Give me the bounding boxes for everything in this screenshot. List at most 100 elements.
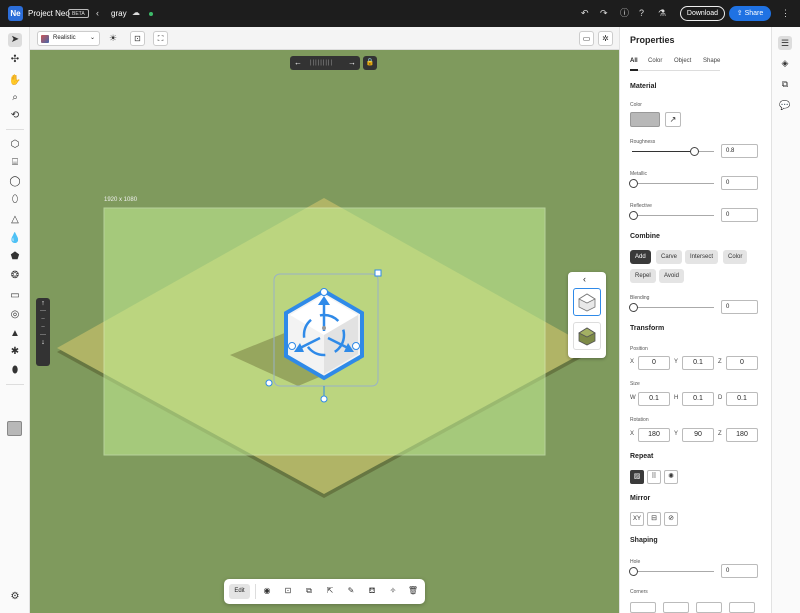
zoom-slider-track[interactable]: — – – — xyxy=(36,307,50,339)
position-x-input[interactable]: 0 xyxy=(638,356,670,370)
lighting-icon[interactable]: ☀ xyxy=(109,33,117,43)
position-z-input[interactable]: 0 xyxy=(726,356,758,370)
handle-top[interactable] xyxy=(320,288,328,296)
variation-thumb-white-cube[interactable] xyxy=(573,288,601,316)
scatter-icon[interactable]: ✲ xyxy=(598,31,613,46)
tab-shape[interactable]: Shape xyxy=(703,58,720,64)
torus-shape-icon[interactable]: ◎ xyxy=(8,308,22,322)
magic-wand-icon[interactable]: ✧ xyxy=(387,585,399,597)
zoom-control[interactable]: ↑ — – – — ↓ xyxy=(36,298,50,366)
handle-right[interactable] xyxy=(352,342,360,350)
eyedropper-icon[interactable]: ✎ xyxy=(345,585,357,597)
canvas-viewport[interactable] xyxy=(30,50,619,613)
roughness-input[interactable]: 0.8 xyxy=(721,144,758,158)
roughness-slider[interactable] xyxy=(632,147,714,156)
variation-thumb-green-cube[interactable] xyxy=(573,322,601,350)
undo-icon[interactable]: ↶ xyxy=(581,8,589,18)
nav-scrubber[interactable]: ||||||||| xyxy=(310,56,333,70)
metallic-slider[interactable] xyxy=(629,179,714,188)
layers-icon[interactable]: ◈ xyxy=(778,56,792,70)
star-shape-icon[interactable]: ✱ xyxy=(8,345,22,359)
zoom-tool-icon[interactable]: ⌕ xyxy=(8,91,22,105)
rotation-x-input[interactable]: 180 xyxy=(638,428,670,442)
share-button[interactable]: ⇪ Share xyxy=(729,6,771,21)
view-navigator[interactable]: ← ||||||||| → xyxy=(290,56,360,70)
capsule-shape-icon[interactable]: ⬯ xyxy=(8,193,22,207)
repeat-radial-icon[interactable]: ✺ xyxy=(664,470,678,484)
size-d-input[interactable]: 0.1 xyxy=(726,392,758,406)
combine-intersect-chip[interactable]: Intersect xyxy=(685,250,719,264)
focus-camera-icon[interactable]: ⊡ xyxy=(282,585,294,597)
mirror-y-icon[interactable]: ⊟ xyxy=(647,512,661,526)
cone-shape-icon[interactable]: △ xyxy=(8,213,22,227)
combine-avoid-chip[interactable]: Avoid xyxy=(659,269,684,283)
pyramid-shape-icon[interactable]: ▲ xyxy=(8,327,22,341)
app-logo[interactable]: Ne xyxy=(8,6,23,21)
export-icon[interactable]: ⇱ xyxy=(324,585,336,597)
reflective-slider[interactable] xyxy=(629,211,714,220)
blending-input[interactable]: 0 xyxy=(721,300,758,314)
metallic-input[interactable]: 0 xyxy=(721,176,758,190)
corner-input-4[interactable] xyxy=(729,602,755,613)
tab-all[interactable]: All xyxy=(630,58,638,64)
rotation-z-input[interactable]: 180 xyxy=(726,428,758,442)
hole-slider[interactable] xyxy=(629,567,714,576)
arrow-up-icon[interactable]: ↑ xyxy=(36,300,50,307)
size-h-input[interactable]: 0.1 xyxy=(682,392,714,406)
render-mode-dropdown[interactable]: Realistic ⌄ xyxy=(37,31,100,46)
arrow-left-icon[interactable]: ← xyxy=(294,56,302,70)
info-icon[interactable]: ⓘ xyxy=(620,8,629,18)
position-y-input[interactable]: 0.1 xyxy=(682,356,714,370)
cube-shape-icon[interactable]: ⬡ xyxy=(8,138,22,152)
comments-icon[interactable]: 💬 xyxy=(778,98,792,112)
blending-slider[interactable] xyxy=(629,303,714,312)
help-icon[interactable]: ? xyxy=(639,8,644,18)
arrow-down-icon[interactable]: ↓ xyxy=(36,339,50,346)
collapse-chevron-icon[interactable]: ‹ xyxy=(583,274,586,284)
hand-tool-icon[interactable]: ✋ xyxy=(8,74,22,88)
orbit-tool-icon[interactable]: ⟲ xyxy=(8,109,22,123)
material-color-swatch[interactable] xyxy=(630,112,660,127)
trash-icon[interactable]: 🗑 xyxy=(407,585,419,597)
labs-flask-icon[interactable]: ⚗ xyxy=(658,8,666,18)
tab-color[interactable]: Color xyxy=(648,58,662,64)
hole-input[interactable]: 0 xyxy=(721,564,758,578)
more-options-icon[interactable]: ⋮ xyxy=(781,8,790,18)
shield-shape-icon[interactable]: ⬟ xyxy=(8,250,22,264)
visibility-eye-icon[interactable]: ◉ xyxy=(261,585,273,597)
camera-icon[interactable]: ⊡ xyxy=(130,31,145,46)
duplicate-icon[interactable]: ⧉ xyxy=(303,585,315,597)
vr-view-icon[interactable]: ▭ xyxy=(579,31,594,46)
cylinder-shape-icon[interactable]: ⌸ xyxy=(8,156,22,170)
blending-knob[interactable] xyxy=(629,303,638,312)
hole-knob[interactable] xyxy=(629,567,638,576)
assets-icon[interactable]: ⧉ xyxy=(778,77,792,91)
roughness-knob[interactable] xyxy=(690,147,699,156)
scale-handle[interactable] xyxy=(374,269,382,277)
redo-icon[interactable]: ↷ xyxy=(600,8,608,18)
box-shape-icon[interactable]: ▭ xyxy=(8,289,22,303)
size-w-input[interactable]: 0.1 xyxy=(638,392,670,406)
back-chevron-icon[interactable]: ‹ xyxy=(96,8,99,18)
corner-input-3[interactable] xyxy=(696,602,722,613)
arrow-right-icon[interactable]: → xyxy=(348,56,356,70)
corner-input-1[interactable] xyxy=(630,602,656,613)
combine-color-chip[interactable]: Color xyxy=(723,250,748,264)
drop-shape-icon[interactable]: 💧 xyxy=(8,232,22,246)
lock-icon[interactable]: 🔒 xyxy=(363,56,377,70)
sphere-shape-icon[interactable]: ◯ xyxy=(8,175,22,189)
external-link-icon[interactable]: ↗ xyxy=(665,112,681,127)
repeat-none-icon[interactable]: ▨ xyxy=(630,470,644,484)
combine-add-chip[interactable]: Add xyxy=(630,250,651,264)
mirror-z-icon[interactable]: ⊘ xyxy=(664,512,678,526)
color-swatch[interactable] xyxy=(7,421,22,436)
height-handle[interactable] xyxy=(320,395,328,403)
document-name[interactable]: gray xyxy=(111,9,127,18)
reflective-knob[interactable] xyxy=(629,211,638,220)
handle-left[interactable] xyxy=(288,342,296,350)
mirror-x-icon[interactable]: XY xyxy=(630,512,644,526)
paint-bucket-icon[interactable]: ⛾ xyxy=(366,585,378,597)
leaf-shape-icon[interactable]: ❂ xyxy=(8,269,22,283)
frame-icon[interactable]: ⛶ xyxy=(153,31,168,46)
transform-tool-icon[interactable]: ✣ xyxy=(8,53,22,67)
